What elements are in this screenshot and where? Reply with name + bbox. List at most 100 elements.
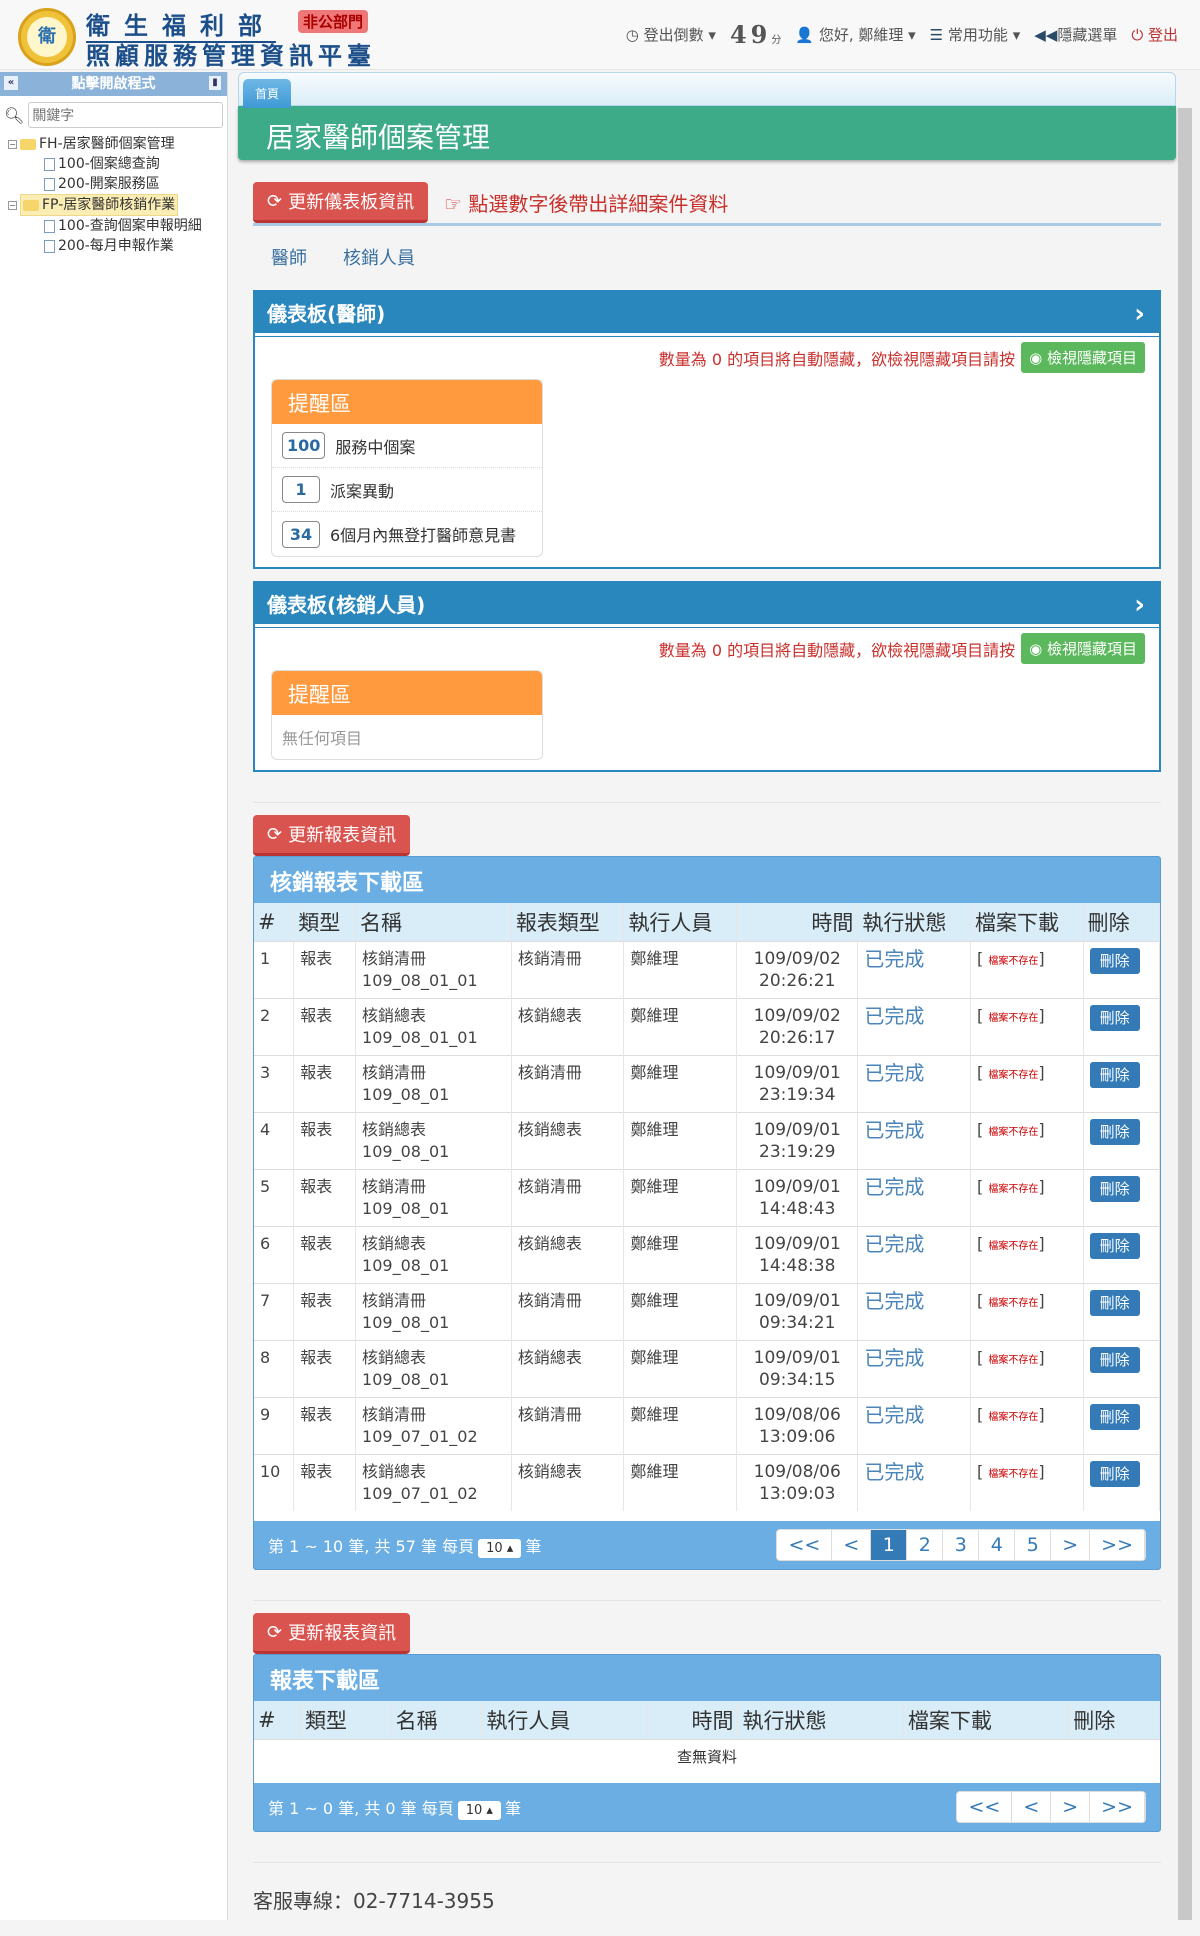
time: 20:26:17 (759, 1028, 836, 1048)
page-button[interactable]: 2 (907, 1530, 944, 1560)
page-button[interactable]: 3 (943, 1530, 980, 1560)
page-button[interactable]: 5 (1015, 1530, 1052, 1560)
refresh-report-button[interactable]: ⟳ 更新報表資訊 (253, 815, 411, 856)
table-cell: [ 檔案不存在] (970, 1112, 1084, 1170)
table-cell: 報表 (293, 998, 357, 1056)
date: 109/08/06 (753, 1405, 841, 1425)
search-icon: 🔍︎ (4, 105, 25, 125)
pin-icon[interactable]: ▮ (209, 76, 221, 90)
delete-button[interactable]: 刪除 (1089, 1347, 1140, 1373)
per-page-select[interactable]: 10 ▴ (478, 1539, 522, 1558)
column-header: # (254, 903, 295, 942)
collapse-toggle-icon[interactable]: − (8, 139, 17, 149)
table-cell: [ 檔案不存在] (970, 1397, 1084, 1455)
tree-folder-fh[interactable]: − FH-居家醫師個案管理 (8, 134, 227, 154)
time: 23:19:34 (759, 1085, 836, 1105)
delete-button[interactable]: 刪除 (1089, 1062, 1140, 1088)
column-header: 報表類型 (511, 903, 625, 942)
table-cell: 9 (254, 1397, 295, 1455)
count-link[interactable]: 100 (282, 432, 326, 459)
delete-button[interactable]: 刪除 (1089, 1119, 1140, 1145)
tree-item[interactable]: 100-查詢個案申報明細 (8, 216, 227, 236)
table-cell: 5 (254, 1169, 295, 1227)
document-icon (44, 239, 55, 253)
sidebar-header: « 點擊開啟程式 ▮ (0, 72, 227, 96)
column-header: 刪除 (1068, 1701, 1160, 1739)
chevron-right-icon[interactable]: › (1134, 292, 1145, 336)
show-hidden-button[interactable]: ◉ 檢視隱藏項目 (1021, 633, 1145, 664)
table-cell: [ 檔案不存在] (970, 941, 1084, 999)
executor: 鄭維理 (630, 1177, 679, 1196)
scrollbar[interactable] (1178, 108, 1192, 1920)
tree-folder-fp[interactable]: − FP-居家醫師核銷作業 (8, 194, 227, 216)
page-button[interactable]: << (957, 1792, 1013, 1822)
delete-button[interactable]: 刪除 (1089, 1290, 1140, 1316)
refresh-dashboard-button[interactable]: ⟳ 更新儀表板資訊 (253, 182, 429, 223)
count-link[interactable]: 1 (282, 476, 320, 503)
executor: 鄭維理 (630, 1234, 679, 1253)
column-header: 名稱 (391, 1701, 483, 1739)
row-number: 7 (260, 1291, 271, 1310)
report-name: 核銷清冊 (362, 1063, 427, 1082)
delete-button[interactable]: 刪除 (1089, 1233, 1140, 1259)
refresh-report-button-2[interactable]: ⟳ 更新報表資訊 (253, 1613, 411, 1654)
tab-verifier[interactable]: 核銷人員 (343, 244, 415, 270)
row-number: 10 (260, 1462, 281, 1481)
table-cell: 已完成 (857, 1112, 971, 1170)
column-header: 名稱 (355, 903, 512, 942)
tree-item[interactable]: 100-個案總查詢 (8, 154, 227, 174)
table-cell: 核銷總表 (511, 998, 625, 1056)
row-number: 9 (260, 1405, 271, 1424)
collapse-icon[interactable]: « (4, 76, 18, 90)
count-link[interactable]: 34 (282, 520, 320, 548)
status: 已完成 (864, 1460, 925, 1484)
tab-home[interactable]: 首頁 (243, 79, 292, 108)
page-button[interactable]: > (1051, 1792, 1091, 1822)
delete-button[interactable]: 刪除 (1089, 948, 1140, 974)
date: 109/09/01 (753, 1177, 841, 1197)
row-number: 1 (260, 949, 271, 968)
tree-item[interactable]: 200-每月申報作業 (8, 236, 227, 256)
keyword-input[interactable] (28, 102, 223, 128)
show-hidden-button[interactable]: ◉ 檢視隱藏項目 (1021, 342, 1145, 373)
panel-header[interactable]: 儀表板(醫師) › (255, 292, 1159, 336)
table-row: 4 報表 核銷總表 109_08_01 核銷總表 鄭維理 109/09/01 23:19:29… (254, 1112, 1161, 1170)
table-cell: 鄭維理 (623, 998, 738, 1056)
delete-button[interactable]: 刪除 (1089, 1005, 1140, 1031)
page-button[interactable]: > (1051, 1530, 1091, 1560)
date: 109/09/01 (753, 1291, 841, 1311)
collapse-toggle-icon[interactable]: − (8, 200, 17, 210)
reminder-item: 34 6個月內無登打醫師意見書 (272, 512, 542, 556)
document-icon (44, 157, 55, 171)
verification-report-panel: 核銷報表下載區 # 類型 名稱 報表類型 執行人員 時間 執行狀態 檔案下載 刪除 1 報表 核銷清… (253, 856, 1161, 1570)
date: 109/09/01 (753, 1063, 841, 1083)
page-button[interactable]: 1 (871, 1530, 908, 1560)
report-type: 核銷清冊 (517, 1177, 582, 1196)
delete-button[interactable]: 刪除 (1089, 1461, 1140, 1487)
logout-countdown-menu[interactable]: ◷ 登出倒數 ▾ (626, 24, 716, 45)
row-type: 報表 (300, 1348, 333, 1367)
delete-button[interactable]: 刪除 (1089, 1404, 1140, 1430)
page-button[interactable]: < (1012, 1792, 1052, 1822)
chevron-right-icon[interactable]: › (1134, 583, 1145, 627)
page-button[interactable]: << (777, 1530, 833, 1560)
column-header: 執行狀態 (737, 1701, 904, 1739)
tab-doctor[interactable]: 醫師 (271, 244, 307, 270)
hide-menu-button[interactable]: ◀◀隱藏選單 (1034, 24, 1117, 45)
tree-item[interactable]: 200-開案服務區 (8, 174, 227, 194)
page-button[interactable]: >> (1090, 1792, 1145, 1822)
table-cell: 刪除 (1083, 1226, 1161, 1284)
per-page-select[interactable]: 10 ▴ (457, 1801, 501, 1820)
refresh-icon: ⟳ (267, 1621, 283, 1643)
user-menu[interactable]: 👤 您好, 鄭維理 ▾ (795, 24, 915, 45)
table-cell: 刪除 (1083, 1283, 1161, 1341)
page-button[interactable]: >> (1090, 1530, 1145, 1560)
common-functions-menu[interactable]: ☰ 常用功能 ▾ (930, 24, 1021, 45)
countdown-value: 49 (729, 20, 772, 49)
delete-button[interactable]: 刪除 (1089, 1176, 1140, 1202)
logout-button[interactable]: ⏻ 登出 (1131, 24, 1178, 45)
page-button[interactable]: 4 (979, 1530, 1016, 1560)
platform-name: 照顧服務管理資訊平臺 (86, 42, 376, 70)
panel-header[interactable]: 儀表板(核銷人員) › (255, 583, 1159, 627)
page-button[interactable]: < (832, 1530, 872, 1560)
